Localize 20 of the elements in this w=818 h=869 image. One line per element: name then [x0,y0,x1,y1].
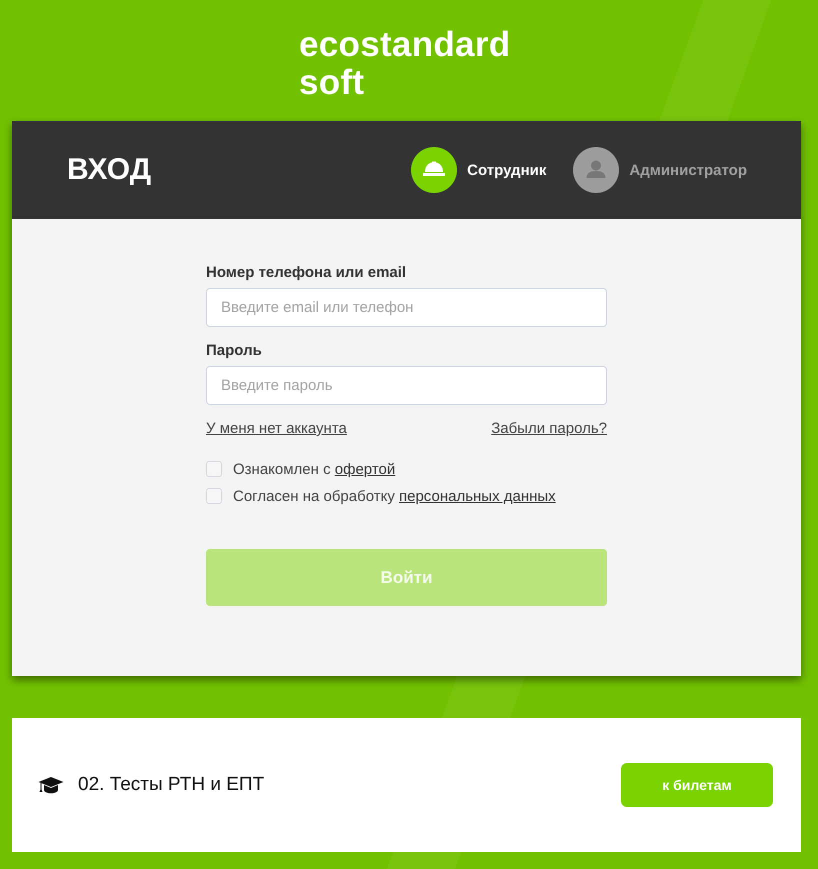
graduation-cap-icon [38,776,64,794]
checkbox[interactable] [206,461,222,477]
checkbox[interactable] [206,488,222,504]
agreement-text: Согласен на обработку персональных данных [233,488,556,504]
role-tab[interactable]: Администратор [573,147,747,193]
role-tab[interactable]: Сотрудник [411,147,546,193]
agreement-link[interactable]: офертой [334,460,396,478]
field-label: Номер телефона или email [206,264,406,282]
logo: ecostandard soft [299,26,512,102]
input-field[interactable]: Введите пароль [206,366,607,405]
text-link[interactable]: Забыли пароль? [491,420,607,438]
field-label: Пароль [206,342,262,360]
person-icon [573,147,620,193]
input-field[interactable]: Введите email или телефон [206,288,607,327]
helmet-icon [411,147,458,193]
agreement-text: Ознакомлен с офертой [233,460,396,478]
text-link[interactable]: У меня нет аккаунта [206,420,347,438]
login-title: ВХОД [67,153,152,187]
course-title: 02. Тесты РТН и ЕПТ [78,774,264,796]
agreement-link[interactable]: персональных данных [399,488,556,504]
